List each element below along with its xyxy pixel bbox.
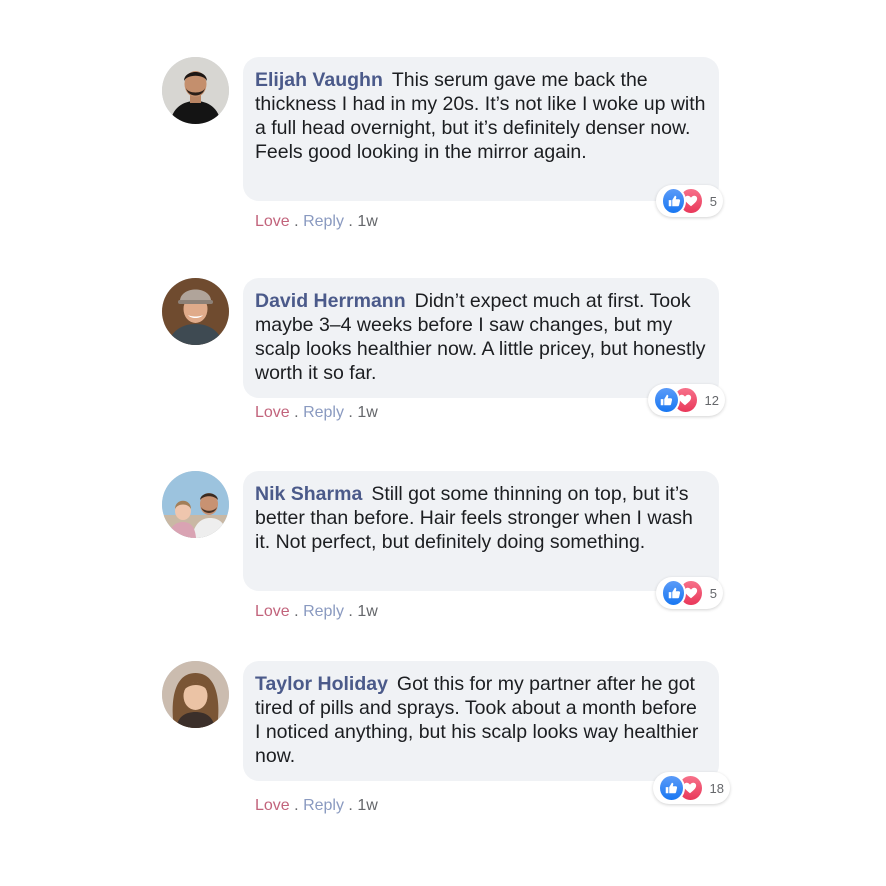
comment-actions: Love . Reply . 1w xyxy=(255,212,378,232)
reply-button[interactable]: Reply xyxy=(303,404,344,421)
love-button[interactable]: Love xyxy=(255,404,290,421)
avatar[interactable] xyxy=(162,471,229,538)
reaction-summary[interactable]: 5 xyxy=(656,577,723,609)
separator: . xyxy=(294,213,299,230)
reaction-summary[interactable]: 12 xyxy=(648,384,725,416)
comment-actions: Love . Reply . 1w xyxy=(255,796,378,816)
comment-bubble: David Herrmann Didn’t expect much at firs… xyxy=(243,278,719,398)
reaction-count: 5 xyxy=(709,585,717,601)
comment-timestamp[interactable]: 1w xyxy=(357,213,377,230)
separator: . xyxy=(348,213,353,230)
love-button[interactable]: Love xyxy=(255,797,290,814)
comment-timestamp[interactable]: 1w xyxy=(357,603,377,620)
reply-button[interactable]: Reply xyxy=(303,797,344,814)
comment-author[interactable]: David Herrmann xyxy=(255,290,406,312)
comment-actions: Love . Reply . 1w xyxy=(255,602,378,622)
reaction-summary[interactable]: 18 xyxy=(653,772,730,804)
love-button[interactable]: Love xyxy=(255,213,290,230)
separator: . xyxy=(348,404,353,421)
separator: . xyxy=(294,603,299,620)
thumbs-up-icon xyxy=(653,386,680,414)
separator: . xyxy=(348,797,353,814)
reaction-summary[interactable]: 5 xyxy=(656,185,723,217)
comment-bubble: Elijah Vaughn This serum gave me back the… xyxy=(243,57,719,201)
reaction-count: 5 xyxy=(709,193,717,209)
comment-timestamp[interactable]: 1w xyxy=(357,404,377,421)
comment-author[interactable]: Taylor Holiday xyxy=(255,673,388,695)
reaction-count: 12 xyxy=(704,392,719,408)
reply-button[interactable]: Reply xyxy=(303,213,344,230)
thumbs-up-icon xyxy=(658,774,685,802)
avatar[interactable] xyxy=(162,278,229,345)
comment-bubble: Nik Sharma Still got some thinning on top… xyxy=(243,471,719,591)
comment-author[interactable]: Elijah Vaughn xyxy=(255,69,383,91)
comment-author[interactable]: Nik Sharma xyxy=(255,483,362,505)
avatar[interactable] xyxy=(162,661,229,728)
separator: . xyxy=(348,603,353,620)
reaction-count: 18 xyxy=(709,780,724,796)
comment-actions: Love . Reply . 1w xyxy=(255,403,378,423)
love-button[interactable]: Love xyxy=(255,603,290,620)
comment-bubble: Taylor Holiday Got this for my partner af… xyxy=(243,661,719,781)
comment-timestamp[interactable]: 1w xyxy=(357,797,377,814)
reply-button[interactable]: Reply xyxy=(303,603,344,620)
separator: . xyxy=(294,404,299,421)
separator: . xyxy=(294,797,299,814)
avatar[interactable] xyxy=(162,57,229,124)
